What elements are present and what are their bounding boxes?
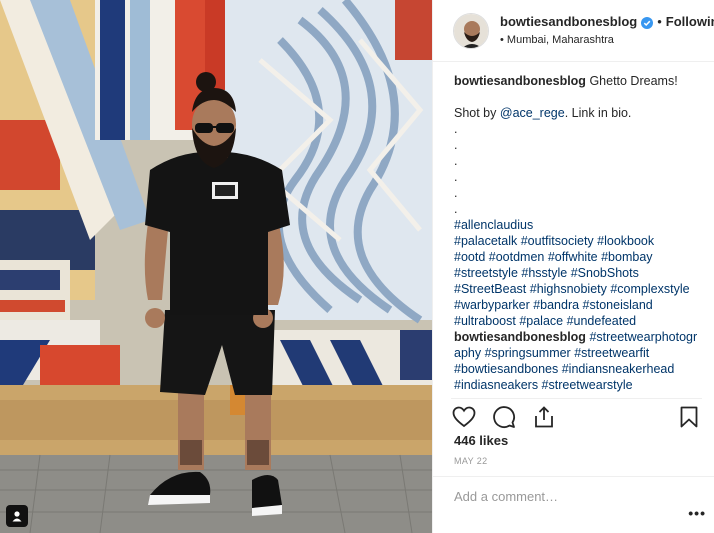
comment-box: ••• bbox=[433, 476, 714, 533]
second-comment: bowtiesandbonesblog #streetwearphotogr bbox=[454, 329, 698, 345]
caption-credit: Shot by @ace_rege. Link in bio. bbox=[454, 106, 632, 120]
comment-icon[interactable] bbox=[491, 404, 517, 430]
username-link[interactable]: bowtiesandbonesblog bbox=[500, 13, 637, 31]
share-icon[interactable] bbox=[531, 404, 557, 430]
hashtag-line[interactable]: #streetstyle #hsstyle #SnobShots bbox=[454, 265, 698, 281]
location-link[interactable]: • Mumbai, Maharashtra bbox=[500, 31, 714, 49]
comment-username[interactable]: bowtiesandbonesblog bbox=[454, 330, 586, 344]
hashtag-line[interactable]: #warbyparker #bandra #stoneisland bbox=[454, 297, 698, 313]
post-header: bowtiesandbonesblog • Following • Mumbai… bbox=[433, 0, 714, 62]
hashtag-line[interactable]: #bowtiesandbones #indiansneakerhead bbox=[454, 361, 698, 377]
following-button[interactable]: Following bbox=[666, 13, 714, 31]
caption-title: Ghetto Dreams! bbox=[589, 74, 678, 88]
hashtag-link[interactable]: #streetwearphotogr bbox=[589, 330, 697, 344]
post-photo[interactable] bbox=[0, 0, 432, 533]
separator-dot: • bbox=[657, 13, 662, 29]
hashtag-line[interactable]: #StreetBeast #highsnobiety #complexstyle bbox=[454, 281, 698, 297]
hashtag-line[interactable]: #indiasneakers #streetwearstyle bbox=[454, 377, 698, 393]
street-style-photo bbox=[0, 0, 432, 533]
caption-dot: . bbox=[454, 138, 458, 152]
comment-input[interactable] bbox=[454, 489, 664, 504]
mention-link[interactable]: @ace_rege bbox=[500, 106, 565, 120]
caption-dot: . bbox=[454, 122, 458, 136]
hashtag-line[interactable]: #ultraboost #palace #undefeated bbox=[454, 313, 698, 329]
location-text: Mumbai, Maharashtra bbox=[506, 33, 614, 46]
likes-count[interactable]: 446 likes bbox=[454, 433, 508, 448]
heart-icon[interactable] bbox=[451, 404, 477, 430]
action-bar bbox=[451, 398, 702, 430]
user-tag-icon[interactable] bbox=[6, 505, 28, 527]
caption-dot: . bbox=[454, 186, 458, 200]
post-date[interactable]: MAY 22 bbox=[454, 456, 488, 466]
comments-list[interactable]: bowtiesandbonesblog Ghetto Dreams! Shot … bbox=[454, 73, 698, 393]
more-options-icon[interactable]: ••• bbox=[688, 505, 706, 521]
post-side-panel: bowtiesandbonesblog • Following • Mumbai… bbox=[432, 0, 714, 533]
hashtag-line[interactable]: #palacetalk #outfitsociety #lookbook bbox=[454, 233, 698, 249]
caption-username[interactable]: bowtiesandbonesblog bbox=[454, 74, 586, 88]
hashtag-line[interactable]: #allenclaudius bbox=[454, 217, 698, 233]
hashtag-line[interactable]: #ootd #ootdmen #offwhite #bombay bbox=[454, 249, 698, 265]
avatar[interactable] bbox=[453, 12, 489, 49]
instagram-post: bowtiesandbonesblog • Following • Mumbai… bbox=[0, 0, 714, 533]
caption-dot: . bbox=[454, 154, 458, 168]
hashtag-line[interactable]: aphy #springsummer #streetwearfit bbox=[454, 345, 698, 361]
caption-dot: . bbox=[454, 202, 458, 216]
caption-dot: . bbox=[454, 170, 458, 184]
bookmark-icon[interactable] bbox=[676, 404, 702, 430]
caption-first-line: bowtiesandbonesblog Ghetto Dreams! bbox=[454, 73, 698, 89]
verified-badge-icon bbox=[641, 16, 654, 29]
